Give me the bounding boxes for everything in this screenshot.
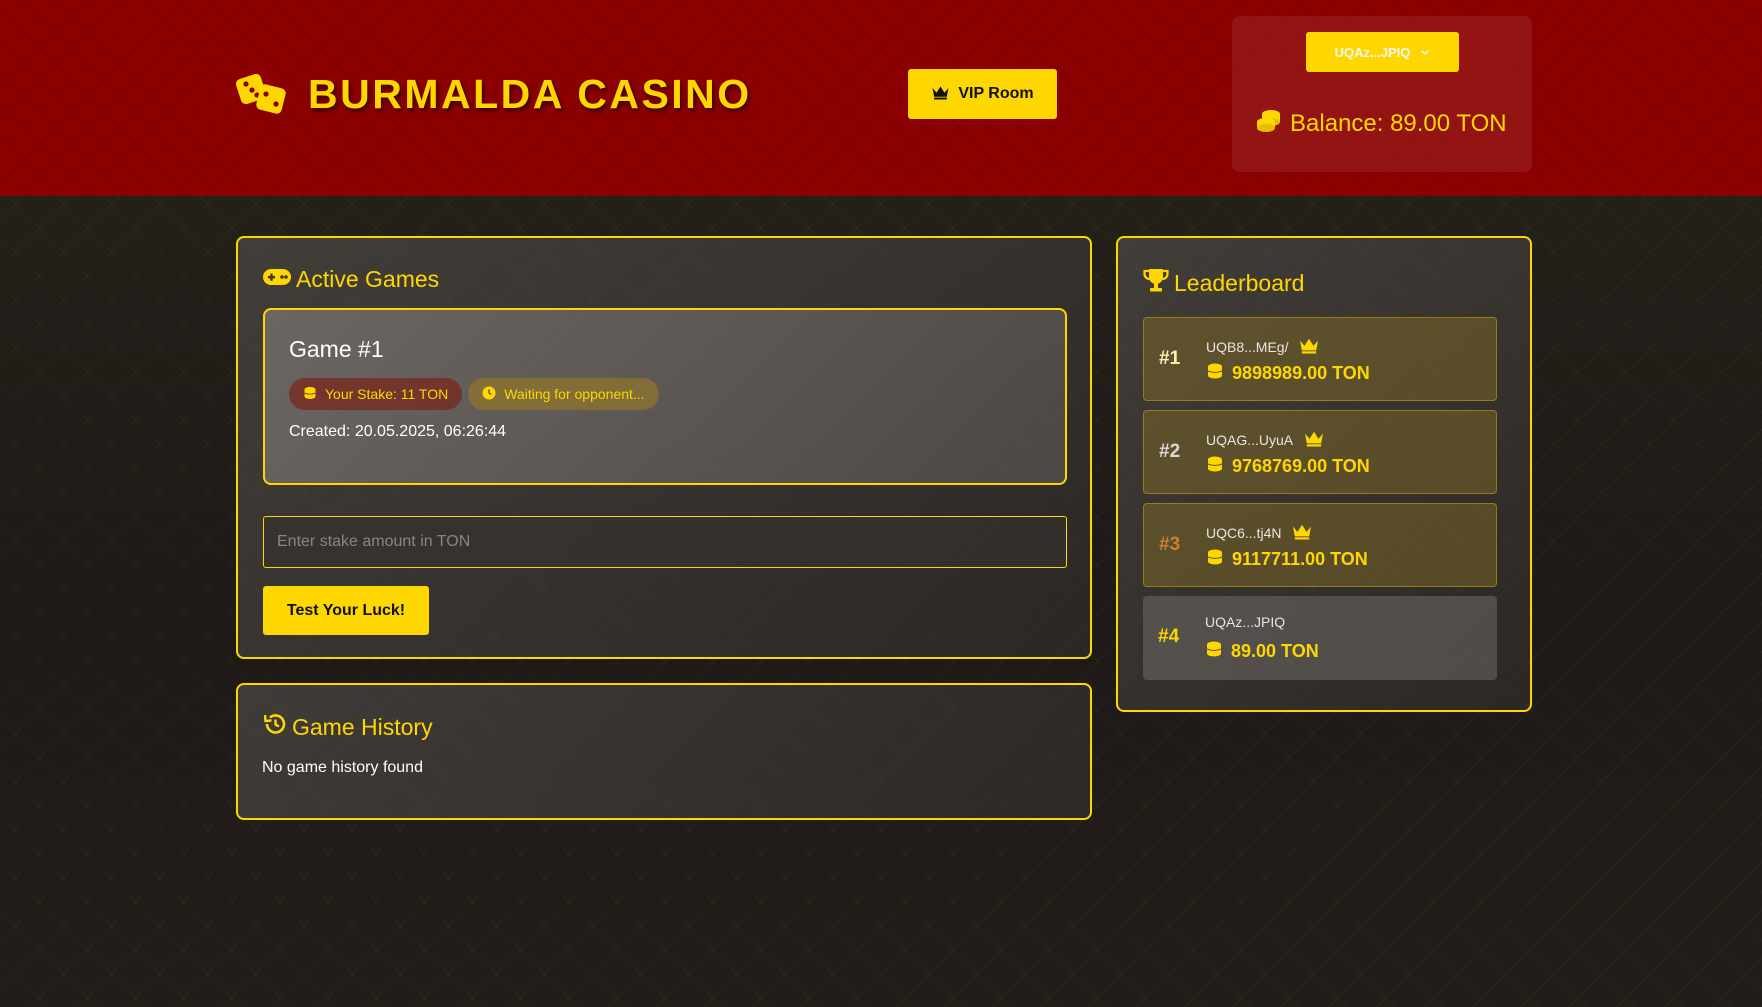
leaderboard-amount: 9898989.00 TON xyxy=(1206,362,1370,385)
leaderboard-amount-text: 9898989.00 TON xyxy=(1232,363,1370,383)
logo[interactable]: BURMALDA CASINO xyxy=(235,70,752,119)
leaderboard-address-text: UQAG...UyuA xyxy=(1206,431,1294,448)
crown-icon xyxy=(1293,429,1325,450)
coins-icon xyxy=(1256,108,1290,139)
stake-input[interactable] xyxy=(263,516,1067,568)
history-icon xyxy=(262,711,292,743)
leaderboard-row[interactable]: #2 UQAG...UyuA 9768769.00 TON xyxy=(1143,410,1497,494)
balance-text: Balance: 89.00 TON xyxy=(1290,109,1507,137)
top-header: BURMALDA CASINO VIP Room UQAz...JPIQ Bal… xyxy=(0,0,1762,196)
crown-icon xyxy=(931,84,958,105)
leaderboard-amount: 9768769.00 TON xyxy=(1206,455,1370,478)
leaderboard-address: UQAz...JPIQ xyxy=(1205,614,1285,630)
leaderboard-amount-text: 9768769.00 TON xyxy=(1232,456,1370,476)
leaderboard-amount-text: 9117711.00 TON xyxy=(1232,549,1368,569)
wallet-dropdown-button[interactable]: UQAz...JPIQ xyxy=(1306,32,1459,72)
stake-badge: Your Stake: 11 TON xyxy=(289,378,463,410)
game-card[interactable]: Game #1 Your Stake: 11 TON Waiting for o… xyxy=(263,308,1067,485)
game-history-title: Game History xyxy=(292,713,433,740)
status-badge-text: Waiting for opponent... xyxy=(504,386,645,402)
crown-icon xyxy=(1281,522,1313,543)
coins-icon xyxy=(1206,362,1232,385)
coins-icon xyxy=(1206,548,1232,571)
leaderboard-address-text: UQC6...tj4N xyxy=(1206,524,1282,541)
leaderboard-rank: #2 xyxy=(1159,441,1181,462)
leaderboard-heading: Leaderboard xyxy=(1142,266,1304,300)
clock-icon xyxy=(482,386,504,403)
coins-icon xyxy=(303,386,325,403)
leaderboard-row[interactable]: #4 UQAz...JPIQ 89.00 TON xyxy=(1143,596,1497,680)
wallet-address: UQAz...JPIQ xyxy=(1334,44,1411,60)
leaderboard-panel: Leaderboard #1 UQB8...MEg/ 9898989.00 TO… xyxy=(1116,236,1532,712)
test-luck-button[interactable]: Test Your Luck! xyxy=(263,586,429,635)
crown-icon xyxy=(1288,336,1320,357)
coins-icon xyxy=(1205,640,1231,663)
leaderboard-address: UQAG...UyuA xyxy=(1206,429,1325,450)
leaderboard-address-text: UQAz...JPIQ xyxy=(1205,614,1286,630)
game-created-time: Created: 20.05.2025, 06:26:44 xyxy=(289,423,507,440)
active-games-heading: Active Games xyxy=(262,266,439,293)
game-title: Game #1 xyxy=(289,336,384,362)
game-badges: Your Stake: 11 TON Waiting for opponent.… xyxy=(289,378,665,410)
trophy-icon xyxy=(1142,266,1174,300)
history-empty-message: No game history found xyxy=(262,759,423,776)
wallet-panel: UQAz...JPIQ Balance: 89.00 TON xyxy=(1232,16,1532,172)
active-games-panel: Active Games Game #1 Your Stake: 11 TON … xyxy=(236,236,1092,659)
vip-room-label: VIP Room xyxy=(958,85,1034,102)
leaderboard-address-text: UQB8...MEg/ xyxy=(1206,338,1289,355)
logo-text: BURMALDA CASINO xyxy=(308,71,752,117)
leaderboard-rank: #1 xyxy=(1159,348,1181,369)
status-badge: Waiting for opponent... xyxy=(468,378,659,410)
balance-display: Balance: 89.00 TON xyxy=(1256,108,1507,139)
active-games-title: Active Games xyxy=(296,266,440,292)
coins-icon xyxy=(1206,455,1232,478)
chevron-down-icon xyxy=(1410,45,1430,60)
leaderboard-row[interactable]: #3 UQC6...tj4N 9117711.00 TON xyxy=(1143,503,1497,587)
dice-icon xyxy=(235,70,288,119)
leaderboard-rank: #3 xyxy=(1159,534,1181,555)
stake-badge-text: Your Stake: 11 TON xyxy=(325,386,449,402)
leaderboard-amount-text: 89.00 TON xyxy=(1231,641,1319,661)
gamepad-icon xyxy=(262,266,296,293)
leaderboard-amount: 89.00 TON xyxy=(1205,640,1319,663)
vip-room-button[interactable]: VIP Room xyxy=(908,69,1057,119)
leaderboard-rank: #4 xyxy=(1158,626,1180,647)
leaderboard-row[interactable]: #1 UQB8...MEg/ 9898989.00 TON xyxy=(1143,317,1497,401)
leaderboard-address: UQC6...tj4N xyxy=(1206,522,1313,543)
game-history-panel: Game History No game history found xyxy=(236,683,1092,820)
game-history-heading: Game History xyxy=(262,711,433,743)
leaderboard-title: Leaderboard xyxy=(1174,269,1305,296)
leaderboard-address: UQB8...MEg/ xyxy=(1206,336,1320,357)
leaderboard-amount: 9117711.00 TON xyxy=(1206,548,1368,571)
